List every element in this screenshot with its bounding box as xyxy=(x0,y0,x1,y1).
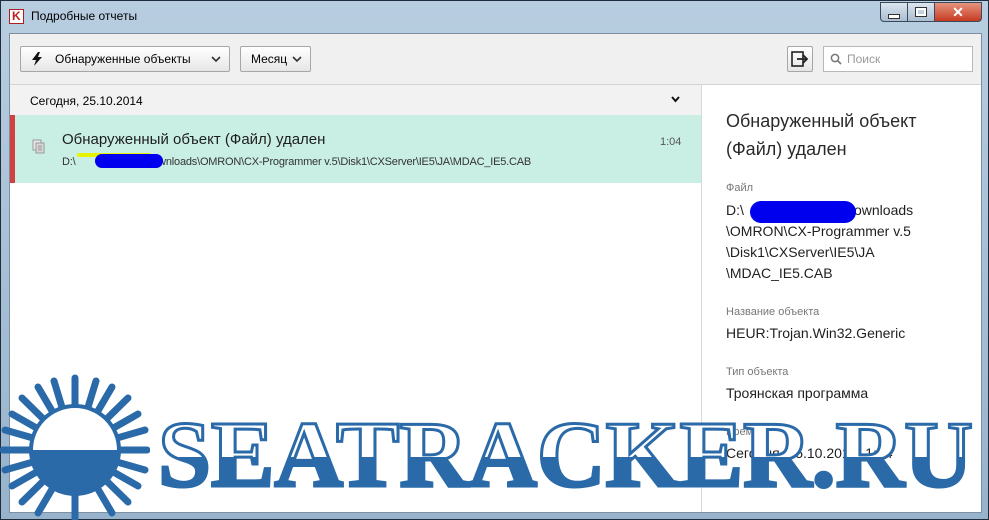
file-line-2: \OMRON\CX-Programmer v.5 xyxy=(726,223,911,239)
window-title: Подробные отчеты xyxy=(31,9,138,23)
title-bar[interactable]: Подробные отчеты ✕ xyxy=(1,1,988,33)
chevron-down-icon xyxy=(211,56,221,63)
maximize-button[interactable] xyxy=(907,2,935,22)
detected-objects-label: Обнаруженные объекты xyxy=(55,52,191,66)
watermark-text: SEATRACKER.RU xyxy=(158,403,973,507)
date-group-header[interactable]: Сегодня, 25.10.2014 xyxy=(10,85,701,116)
event-title: Обнаруженный объект (Файл) удален xyxy=(62,131,326,148)
close-button[interactable]: ✕ xyxy=(934,2,982,22)
event-path-rest: Downloads\OMRON\CX-Programmer v.5\Disk1\… xyxy=(144,156,532,168)
chevron-down-icon[interactable] xyxy=(670,94,681,105)
group-date: Сегодня, 25.10.2014 xyxy=(30,94,143,108)
document-copy-icon xyxy=(32,139,45,154)
kaspersky-app-icon xyxy=(9,9,24,24)
search-input[interactable] xyxy=(847,52,957,66)
event-time: 1:04 xyxy=(660,136,682,148)
lightning-icon xyxy=(31,52,43,66)
toolbar: Обнаруженные объекты Месяц xyxy=(10,34,981,85)
redaction-mark xyxy=(95,154,163,168)
export-icon xyxy=(791,51,809,67)
object-name-value[interactable]: HEUR:Trojan.Win32.Generic xyxy=(726,323,972,344)
magnifier-icon xyxy=(830,53,842,65)
details-title: Обнаруженный объект (Файл) удален xyxy=(726,111,917,159)
period-filter[interactable]: Месяц xyxy=(240,46,311,72)
detected-objects-filter[interactable]: Обнаруженные объекты xyxy=(20,46,230,72)
file-drive: D:\ xyxy=(726,202,744,218)
object-name-label: Название объекта xyxy=(726,306,820,318)
redaction-mark xyxy=(750,201,856,223)
close-icon: ✕ xyxy=(952,3,964,20)
minimize-icon xyxy=(888,13,900,19)
minimize-button[interactable] xyxy=(880,2,908,22)
list-item[interactable]: Обнаруженный объект (Файл) удален D:\ Dow… xyxy=(10,115,701,183)
search-box[interactable] xyxy=(823,46,973,72)
period-label: Месяц xyxy=(251,52,288,66)
export-button[interactable] xyxy=(787,46,813,72)
file-line-3: \Disk1\CXServer\IE5\JA xyxy=(726,244,875,260)
seatracker-watermark: SEATRACKER.RU xyxy=(0,374,975,520)
maximize-icon xyxy=(915,7,927,17)
file-line-4: \MDAC_IE5.CAB xyxy=(726,265,833,281)
chevron-down-icon xyxy=(292,56,302,63)
file-label: Файл xyxy=(726,182,754,194)
sun-logo-icon xyxy=(0,374,150,520)
event-path-drive: D:\ xyxy=(62,156,76,168)
